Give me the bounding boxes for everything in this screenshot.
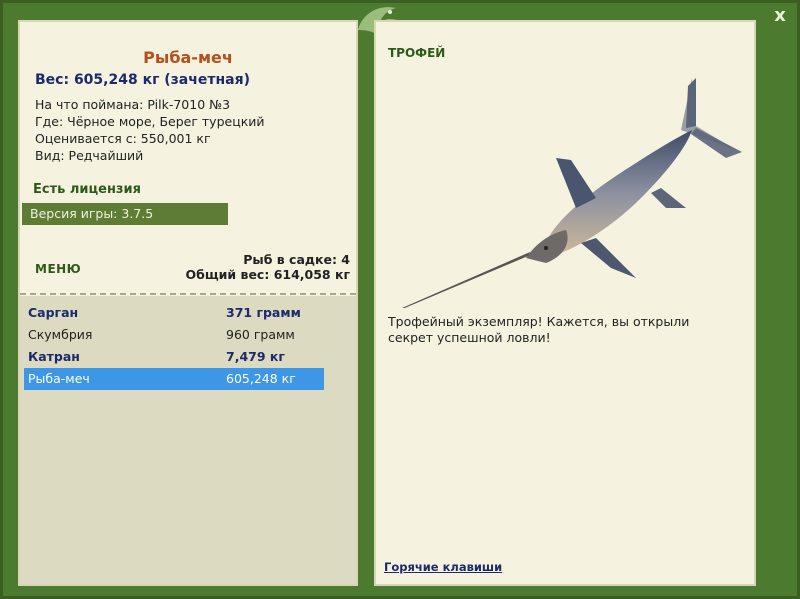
- catch-name: Катран: [28, 349, 80, 364]
- catch-row-sargan[interactable]: Сарган 371 грамм: [24, 302, 324, 324]
- caught-with: На что поймана: Pilk-7010 №3: [35, 97, 231, 112]
- catch-list: Сарган 371 грамм Скумбрия 960 грамм Катр…: [24, 302, 324, 390]
- fish-details: На что поймана: Pilk-7010 №3 Где: Чёрное…: [35, 96, 265, 164]
- trophy-threshold: Оценивается с: 550,001 кг: [35, 131, 211, 146]
- fish-info-panel: Рыба-меч Вес: 605,248 кг (зачетная) На ч…: [18, 20, 358, 586]
- close-button[interactable]: x: [770, 6, 790, 26]
- catch-name: Сарган: [28, 305, 79, 320]
- cage-summary: Рыб в садке: 4 Общий вес: 614,058 кг: [186, 252, 351, 282]
- caught-where: Где: Чёрное море, Берег турецкий: [35, 114, 265, 129]
- catch-weight: 371 грамм: [226, 305, 301, 320]
- fish-rarity: Вид: Редчайший: [35, 148, 144, 163]
- hotkeys-link[interactable]: Горячие клавиши: [384, 560, 502, 574]
- fish-weight: Вес: 605,248 кг (зачетная): [35, 72, 250, 88]
- divider: [20, 293, 356, 295]
- cage-total-weight: Общий вес: 614,058 кг: [185, 267, 351, 282]
- cage-count: Рыб в садке: 4: [243, 252, 350, 267]
- trophy-description: Трофейный экземпляр! Кажется, вы открыли…: [388, 314, 690, 345]
- game-version: Версия игры: 3.7.5: [22, 203, 228, 225]
- catch-weight: 7,479 кг: [226, 349, 285, 364]
- catch-row-katran[interactable]: Катран 7,479 кг: [24, 346, 324, 368]
- catch-list-area: Сарган 371 грамм Скумбрия 960 грамм Катр…: [20, 296, 356, 584]
- catch-row-mackerel[interactable]: Скумбрия 960 грамм: [24, 324, 324, 346]
- trophy-panel: ТРОФЕЙ Трофейный экземпляр! Кажется, вы …: [374, 20, 756, 586]
- game-window-frame: x Рыба-меч Вес: 605,248 кг (зачетная) На…: [0, 0, 800, 599]
- catch-weight: 960 грамм: [226, 327, 295, 342]
- catch-weight: 605,248 кг: [226, 371, 296, 386]
- catch-row-swordfish[interactable]: Рыба-меч 605,248 кг: [24, 368, 324, 390]
- menu-button[interactable]: МЕНЮ: [35, 262, 81, 276]
- catch-name: Рыба-меч: [28, 371, 90, 386]
- fish-title: Рыба-меч: [143, 48, 233, 67]
- catch-name: Скумбрия: [28, 327, 93, 342]
- swordfish-image: [402, 78, 742, 308]
- license-status: Есть лицензия: [33, 182, 141, 197]
